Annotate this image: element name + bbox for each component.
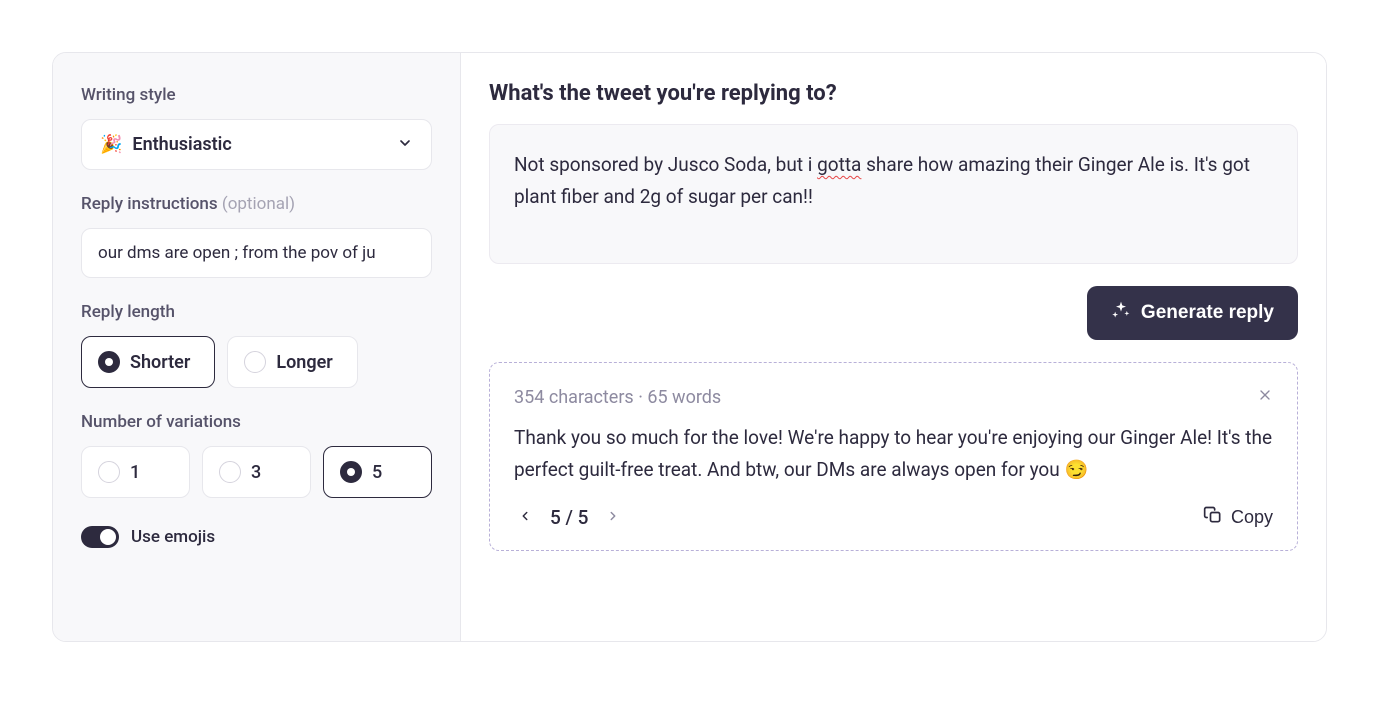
spellcheck-underline: gotta <box>817 153 861 176</box>
generated-reply-text: Thank you so much for the love! We're ha… <box>514 422 1273 487</box>
use-emojis-label: Use emojis <box>131 527 215 547</box>
reply-length-longer[interactable]: Longer <box>227 336 357 388</box>
reply-length-label: Reply length <box>81 302 432 322</box>
chevron-down-icon <box>397 135 413 155</box>
app-card: Writing style 🎉 Enthusiastic Reply instr… <box>52 52 1327 642</box>
variations-1[interactable]: 1 <box>81 446 190 498</box>
radio-icon <box>244 351 266 373</box>
pager-next[interactable] <box>602 505 624 530</box>
variations-5[interactable]: 5 <box>323 446 432 498</box>
generate-reply-button[interactable]: Generate reply <box>1087 286 1298 340</box>
radio-icon <box>98 351 120 373</box>
reply-instructions-input[interactable] <box>81 228 432 278</box>
variations-3[interactable]: 3 <box>202 446 311 498</box>
tweet-input[interactable]: Not sponsored by Jusco Soda, but i gotta… <box>489 124 1298 264</box>
use-emojis-toggle[interactable] <box>81 526 119 548</box>
pager-prev[interactable] <box>514 505 536 530</box>
copy-icon <box>1203 505 1223 530</box>
reply-length-shorter[interactable]: Shorter <box>81 336 215 388</box>
copy-button[interactable]: Copy <box>1203 505 1273 530</box>
radio-icon <box>219 461 241 483</box>
char-word-count: 354 characters · 65 words <box>514 387 721 408</box>
reply-instructions-label: Reply instructions (optional) <box>81 194 432 214</box>
radio-icon <box>340 461 362 483</box>
writing-style-selected: Enthusiastic <box>132 134 231 155</box>
writing-style-label: Writing style <box>81 85 432 105</box>
result-card: 354 characters · 65 words Thank you so m… <box>489 362 1298 551</box>
main-panel: What's the tweet you're replying to? Not… <box>461 53 1326 641</box>
sidebar: Writing style 🎉 Enthusiastic Reply instr… <box>53 53 461 641</box>
variations-label: Number of variations <box>81 412 432 432</box>
party-popper-icon: 🎉 <box>100 134 122 155</box>
writing-style-select[interactable]: 🎉 Enthusiastic <box>81 119 432 170</box>
pager-count: 5 / 5 <box>550 506 588 529</box>
sparkles-icon <box>1111 300 1131 326</box>
close-button[interactable] <box>1257 387 1273 408</box>
pager: 5 / 5 <box>514 505 624 530</box>
page-title: What's the tweet you're replying to? <box>489 81 1298 106</box>
radio-icon <box>98 461 120 483</box>
